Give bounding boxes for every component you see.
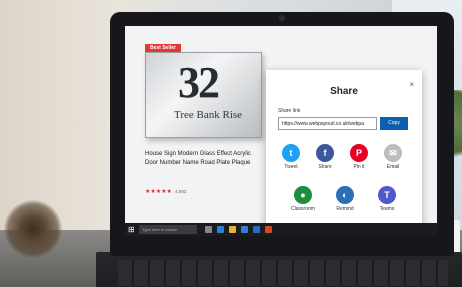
teams-label: Teams (379, 206, 395, 212)
classroom-button[interactable]: ● Classroom (288, 186, 318, 212)
rating-count: 4,693 (175, 189, 187, 194)
copy-button[interactable]: Copy (380, 117, 408, 130)
office-icon[interactable] (265, 226, 272, 233)
product-image[interactable]: 32 Tree Bank Rise (145, 52, 262, 138)
best-seller-badge: Best Seller (145, 44, 181, 52)
teams-icon: T (378, 186, 396, 204)
laptop-keyboard-deck (96, 252, 462, 287)
share-link-field[interactable]: https://www.webpayourl.co.uk/webpa (278, 117, 377, 130)
remind-button[interactable]: ◐ Remind (330, 186, 360, 212)
windows-start-icon[interactable]: ⊞ (128, 225, 137, 234)
tweet-label: Tweet (284, 164, 298, 170)
keyboard (118, 260, 448, 286)
remind-label: Remind (336, 206, 354, 212)
google-classroom-icon: ● (294, 186, 312, 204)
file-explorer-icon[interactable] (229, 226, 236, 233)
facebook-icon: f (316, 144, 334, 162)
mail-icon[interactable] (253, 226, 260, 233)
share-link-label: Share link (278, 108, 301, 114)
pin-it-label: Pin it (353, 164, 365, 170)
email-icon: ✉ (384, 144, 402, 162)
twitter-icon: t (282, 144, 300, 162)
pinterest-icon: P (350, 144, 368, 162)
taskbar-search-input[interactable]: Type here to search (139, 225, 197, 234)
classroom-label: Classroom (291, 206, 315, 212)
product-title[interactable]: House Sign Modern Glass Effect Acrylic D… (145, 150, 265, 167)
remind-icon: ◐ (336, 186, 354, 204)
facebook-share-button[interactable]: f Share (310, 144, 340, 170)
dialog-title: Share (330, 86, 358, 97)
rating-stars: ★★★★★ (145, 189, 172, 195)
plaque-number: 32 (178, 58, 220, 107)
photo-scene: Best Seller 32 Tree Bank Rise House Sign… (0, 0, 462, 287)
decorative-object (4, 200, 62, 258)
email-button[interactable]: ✉ Email (378, 144, 408, 170)
email-label: Email (386, 164, 400, 170)
windows-taskbar: ⊞ Type here to search (125, 223, 437, 236)
laptop-bezel: Best Seller 32 Tree Bank Rise House Sign… (110, 12, 454, 256)
share-dialog: Share × Share link https://www.webpayour… (266, 70, 422, 228)
pin-it-button[interactable]: P Pin it (344, 144, 374, 170)
plaque-text: Tree Bank Rise (174, 109, 243, 121)
webcam (279, 15, 285, 21)
product-card: Best Seller 32 Tree Bank Rise House Sign… (133, 38, 265, 208)
task-view-icon[interactable] (205, 226, 212, 233)
tweet-button[interactable]: t Tweet (276, 144, 306, 170)
close-icon[interactable]: × (409, 80, 414, 89)
edge-icon[interactable] (217, 226, 224, 233)
laptop-screen: Best Seller 32 Tree Bank Rise House Sign… (125, 26, 437, 236)
teams-button[interactable]: T Teams (372, 186, 402, 212)
share-label: Share (318, 164, 332, 170)
store-icon[interactable] (241, 226, 248, 233)
